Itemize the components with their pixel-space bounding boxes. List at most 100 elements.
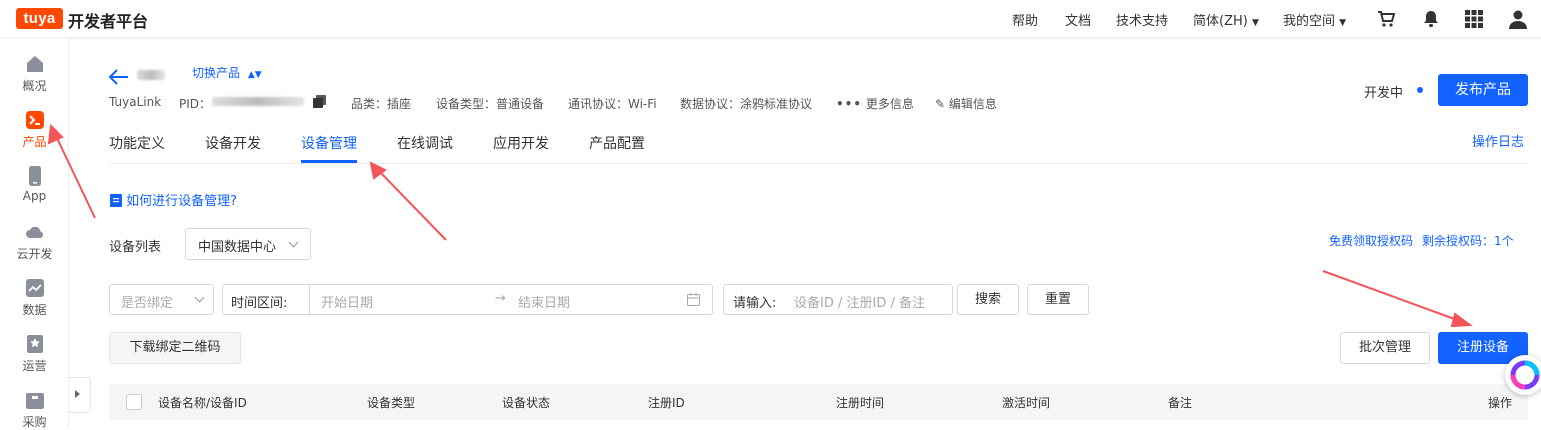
sidebar-collapse-toggle[interactable] — [69, 377, 91, 413]
phone-icon — [28, 166, 41, 186]
copy-icon[interactable] — [313, 95, 326, 108]
apps-grid-icon[interactable] — [1464, 9, 1484, 29]
datacenter-value: 中国数据中心 — [198, 240, 277, 255]
tab-device-development[interactable]: 设备开发 — [205, 133, 261, 153]
tuya-logo[interactable]: tuya — [16, 8, 63, 29]
reset-button[interactable]: 重置 — [1027, 284, 1089, 315]
bell-icon[interactable] — [1421, 9, 1441, 29]
time-range-label: 时间区间: — [231, 296, 288, 311]
datacenter-select[interactable]: 中国数据中心 — [185, 228, 311, 260]
sidebar-item-data[interactable]: 数据 — [0, 278, 69, 318]
chevron-right-icon — [75, 390, 80, 398]
column-header-activate-time: 激活时间 — [1002, 396, 1051, 410]
user-icon[interactable] — [1508, 9, 1528, 29]
tab-function-definition[interactable]: 功能定义 — [109, 133, 165, 153]
sidebar-item-cloud-dev[interactable]: 云开发 — [0, 222, 69, 262]
nav-help[interactable]: 帮助 — [1012, 10, 1038, 29]
status-dot — [1417, 87, 1423, 93]
free-auth-code-link[interactable]: 免费领取授权码 — [1329, 232, 1413, 249]
tab-online-debug[interactable]: 在线调试 — [397, 133, 453, 153]
sidebar-item-label: 产品 — [22, 135, 47, 149]
language-label: 简体(ZH) — [1193, 14, 1248, 29]
bookmark-icon — [26, 335, 43, 353]
tab-app-development[interactable]: 应用开发 — [493, 133, 549, 153]
pencil-icon: ✎ — [935, 97, 946, 111]
bind-status-placeholder: 是否绑定 — [121, 296, 174, 311]
sidebar: 概况 产品 App 云开发 数据 运营 采购 — [0, 38, 69, 430]
nav-docs[interactable]: 文档 — [1065, 10, 1091, 29]
caret-down-icon: ▼ — [1339, 18, 1347, 28]
sidebar-item-label: 数据 — [22, 303, 47, 317]
sidebar-item-label: 概况 — [22, 79, 47, 93]
assistant-float-button[interactable] — [1505, 355, 1541, 395]
top-bar: tuya 开发者平台 帮助 文档 技术支持 简体(ZH) ▼ 我的空间 ▼ — [0, 0, 1541, 38]
end-date-input[interactable]: 结束日期 — [518, 292, 570, 311]
home-icon — [26, 56, 43, 72]
nav-tech-support[interactable]: 技术支持 — [1116, 10, 1168, 29]
sidebar-item-app[interactable]: App — [0, 166, 69, 203]
search-input-label: 请输入: — [733, 296, 777, 311]
bind-status-select[interactable]: 是否绑定 — [109, 284, 214, 315]
edit-info-link[interactable]: ✎ 编辑信息 — [935, 95, 997, 112]
sidebar-item-label: App — [22, 189, 47, 203]
select-all-checkbox[interactable] — [126, 394, 142, 410]
device-list-label: 设备列表 — [109, 240, 162, 255]
sidebar-item-purchase[interactable]: 采购 — [0, 390, 69, 430]
publish-product-button[interactable]: 发布产品 — [1438, 74, 1528, 106]
device-table-header: 设备名称/设备ID 设备类型 设备状态 注册ID 注册时间 激活时间 备注 操作 — [109, 384, 1528, 420]
back-arrow-icon[interactable] — [108, 68, 130, 86]
pid-label: PID： — [179, 97, 212, 111]
search-button[interactable]: 搜索 — [957, 284, 1019, 315]
link-type: TuyaLink — [109, 95, 162, 109]
help-link-label: 如何进行设备管理? — [126, 194, 238, 209]
help-device-management-link[interactable]: 如何进行设备管理? — [110, 190, 237, 209]
search-input[interactable]: 设备ID / 注册ID / 备注 — [794, 292, 925, 311]
more-dots-icon: ••• — [836, 97, 863, 111]
document-icon — [110, 194, 122, 207]
annotation-arrowhead — [1450, 312, 1473, 328]
product-name-redacted — [137, 70, 165, 80]
annotation-arrow-register — [1322, 270, 1461, 322]
edit-info-label: 编辑信息 — [948, 97, 997, 111]
tab-product-config[interactable]: 产品配置 — [589, 133, 645, 153]
sort-updown-icon: ▲▼ — [247, 70, 262, 80]
caret-down-icon: ▼ — [1251, 18, 1259, 28]
sidebar-item-product[interactable]: 产品 — [0, 110, 69, 150]
time-range-picker[interactable]: 时间区间: 开始日期 → 结束日期 — [222, 284, 713, 315]
divider — [309, 285, 310, 314]
column-header-type: 设备类型 — [367, 396, 416, 410]
platform-title: 开发者平台 — [68, 12, 149, 31]
search-input-group[interactable]: 请输入: 设备ID / 注册ID / 备注 — [723, 284, 953, 315]
sidebar-item-operation[interactable]: 运营 — [0, 334, 69, 374]
nav-language[interactable]: 简体(ZH) ▼ — [1193, 10, 1259, 29]
column-header-register-id: 注册ID — [648, 396, 685, 410]
batch-manage-button[interactable]: 批次管理 — [1340, 332, 1430, 364]
annotation-arrowhead — [369, 161, 387, 180]
arrow-right-icon: → — [495, 291, 506, 306]
more-info-link[interactable]: ••• 更多信息 — [836, 95, 914, 112]
chevron-down-icon — [288, 237, 299, 248]
sidebar-item-label: 云开发 — [16, 247, 53, 261]
column-header-actions: 操作 — [1488, 396, 1513, 410]
operation-log-link[interactable]: 操作日志 — [1472, 131, 1524, 150]
chart-icon — [25, 279, 44, 297]
more-info-label: 更多信息 — [865, 97, 914, 111]
column-header-status: 设备状态 — [502, 396, 551, 410]
terminal-icon — [25, 111, 44, 129]
calendar-icon — [687, 293, 700, 306]
start-date-input[interactable]: 开始日期 — [321, 292, 373, 311]
nav-my-space[interactable]: 我的空间 ▼ — [1283, 10, 1346, 29]
annotation-arrow-tab — [377, 169, 447, 241]
device-type: 设备类型：普通设备 — [436, 97, 545, 111]
switch-product-link[interactable]: 切换产品 ▲▼ — [192, 64, 262, 81]
product-status: 开发中 — [1364, 86, 1404, 101]
cart-icon[interactable] — [1376, 9, 1396, 29]
sidebar-item-overview[interactable]: 概况 — [0, 54, 69, 94]
category: 品类：插座 — [351, 97, 412, 111]
box-icon — [25, 393, 44, 409]
sidebar-item-label: 运营 — [22, 359, 47, 373]
my-space-label: 我的空间 — [1283, 14, 1336, 29]
download-qr-button[interactable]: 下载绑定二维码 — [109, 332, 241, 364]
cloud-icon — [25, 226, 43, 238]
tab-device-management[interactable]: 设备管理 — [301, 133, 357, 153]
